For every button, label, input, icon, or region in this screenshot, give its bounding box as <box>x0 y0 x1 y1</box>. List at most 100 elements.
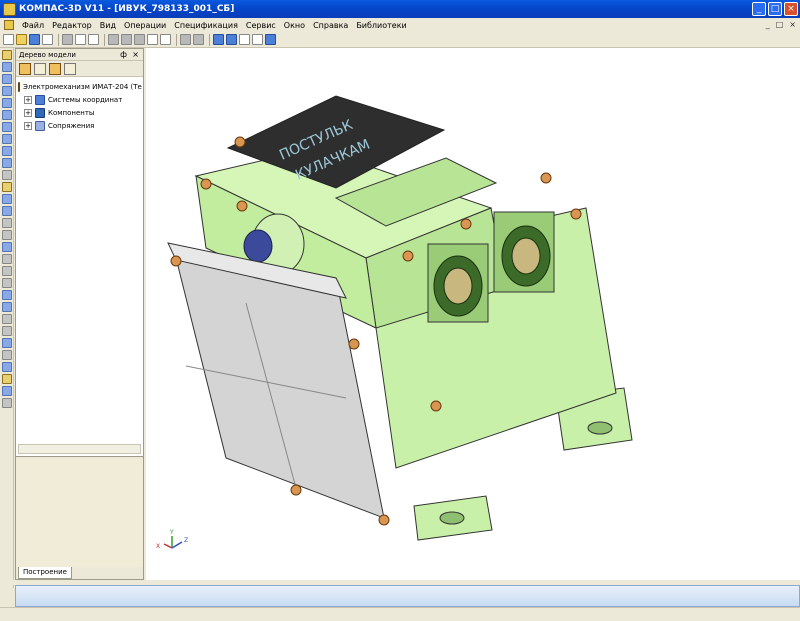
format-painter-icon[interactable] <box>147 34 158 45</box>
toolbar-separator <box>58 33 59 46</box>
sketch-icon[interactable] <box>2 98 12 108</box>
edit-assembly-icon[interactable] <box>2 50 12 60</box>
tab-construction[interactable]: Построение <box>18 567 72 579</box>
menu-editor[interactable]: Редактор <box>48 21 96 30</box>
clipboard-icon[interactable] <box>160 34 171 45</box>
preview-icon[interactable] <box>75 34 86 45</box>
structure-view-icon[interactable] <box>19 62 31 75</box>
measure-icon[interactable] <box>2 86 12 96</box>
chamfer-icon[interactable] <box>2 278 12 288</box>
expand-icon[interactable]: + <box>24 121 32 130</box>
menu-libraries[interactable]: Библиотеки <box>352 21 410 30</box>
menu-operations[interactable]: Операции <box>120 21 170 30</box>
rib-icon[interactable] <box>2 350 12 360</box>
copy-icon[interactable] <box>121 34 132 45</box>
components-icon <box>35 107 45 118</box>
spec-icon[interactable] <box>2 398 12 408</box>
component-icon[interactable] <box>2 182 12 192</box>
panel-close-icon[interactable]: × <box>132 50 139 59</box>
mate-icon[interactable] <box>2 170 12 180</box>
model-tree: Электромеханизм ИМАТ-204 (Те + Системы к… <box>16 77 143 457</box>
screw-icon <box>200 178 212 190</box>
text-icon[interactable] <box>2 158 12 168</box>
undo-icon[interactable] <box>180 34 191 45</box>
collision-icon[interactable] <box>2 386 12 396</box>
pin-icon[interactable]: ф <box>120 50 127 59</box>
menu-help[interactable]: Справка <box>309 21 352 30</box>
tree-root-label: Электромеханизм ИМАТ-204 (Те <box>23 82 142 91</box>
extrude-icon[interactable] <box>2 290 12 300</box>
plane-icon[interactable] <box>2 74 12 84</box>
menu-specification[interactable]: Спецификация <box>170 21 242 30</box>
variables-icon[interactable] <box>226 34 237 45</box>
standard-part-icon[interactable] <box>2 206 12 216</box>
sort-icon[interactable] <box>34 62 46 75</box>
minimize-button[interactable]: _ <box>752 2 766 16</box>
paste-icon[interactable] <box>134 34 145 45</box>
connector-pins-icon <box>443 267 473 305</box>
insert-component-icon[interactable] <box>2 194 12 204</box>
screw-icon <box>290 484 302 496</box>
revolve-icon[interactable] <box>2 302 12 312</box>
tree-item-label: Сопряжения <box>48 121 95 130</box>
menu-window[interactable]: Окно <box>280 21 309 30</box>
export-icon[interactable] <box>88 34 99 45</box>
z-axis-icon <box>171 541 183 549</box>
doc-minimize-button[interactable]: _ <box>766 20 770 29</box>
horizontal-scrollbar[interactable] <box>18 444 141 454</box>
mirror-icon[interactable] <box>2 362 12 372</box>
hole-icon[interactable] <box>2 254 12 264</box>
tree-root[interactable]: Электромеханизм ИМАТ-204 (Те <box>18 80 142 93</box>
open-folder-icon[interactable] <box>16 34 27 45</box>
model-tree-toolbar <box>16 61 143 77</box>
curve-icon[interactable] <box>2 110 12 120</box>
surface-icon[interactable] <box>2 122 12 132</box>
check-icon[interactable] <box>2 374 12 384</box>
dimension-icon[interactable] <box>2 146 12 156</box>
doc-maximize-button[interactable]: □ <box>776 20 784 29</box>
properties-icon[interactable] <box>42 34 53 45</box>
model-render: ПОСТУЛЬК КУЛАЧКАМ X Y Z <box>156 95 633 550</box>
redo-icon[interactable] <box>193 34 204 45</box>
new-document-icon[interactable] <box>3 34 14 45</box>
loft-icon[interactable] <box>2 326 12 336</box>
shell-icon[interactable] <box>2 338 12 348</box>
display-mode-icon[interactable] <box>49 62 61 75</box>
title-bar[interactable]: КОМПАС-3D V11 - [ИВУК_798133_001_СБ] _ □… <box>0 0 800 18</box>
tree-item-components[interactable]: + Компоненты <box>18 106 141 119</box>
status-bar <box>0 607 800 621</box>
menu-view[interactable]: Вид <box>96 21 120 30</box>
sweep-icon[interactable] <box>2 314 12 324</box>
toolbar-separator <box>176 33 177 46</box>
help-icon[interactable] <box>265 34 276 45</box>
cut-icon[interactable] <box>108 34 119 45</box>
move-component-icon[interactable] <box>2 218 12 228</box>
doc-close-button[interactable]: × <box>789 20 796 29</box>
maximize-button[interactable]: □ <box>768 2 782 16</box>
manager-icon[interactable] <box>213 34 224 45</box>
close-button[interactable]: × <box>784 2 798 16</box>
model-viewport[interactable]: ПОСТУЛЬК КУЛАЧКАМ X Y Z <box>146 48 800 580</box>
expand-icon[interactable]: + <box>24 95 32 104</box>
tree-item-coordinate-systems[interactable]: + Системы координат <box>18 93 141 106</box>
menu-file[interactable]: Файл <box>18 21 48 30</box>
z-axis-label: Z <box>184 537 188 544</box>
print-icon[interactable] <box>62 34 73 45</box>
splined-shaft-icon <box>243 229 273 263</box>
properties-area <box>16 459 143 567</box>
section-icon[interactable] <box>2 242 12 252</box>
rotate-component-icon[interactable] <box>2 230 12 240</box>
save-icon[interactable] <box>29 34 40 45</box>
screw-icon <box>234 136 246 148</box>
expand-icon[interactable]: + <box>24 108 32 117</box>
array-icon[interactable] <box>2 134 12 144</box>
relations-icon[interactable] <box>64 62 76 75</box>
function-icon[interactable] <box>239 34 250 45</box>
axis-icon[interactable] <box>2 62 12 72</box>
fillet-icon[interactable] <box>2 266 12 276</box>
screw-icon <box>430 400 442 412</box>
tree-item-mates[interactable]: + Сопряжения <box>18 119 141 132</box>
properties-panel-icon[interactable] <box>252 34 263 45</box>
document-icon[interactable] <box>4 20 14 30</box>
menu-service[interactable]: Сервис <box>242 21 280 30</box>
